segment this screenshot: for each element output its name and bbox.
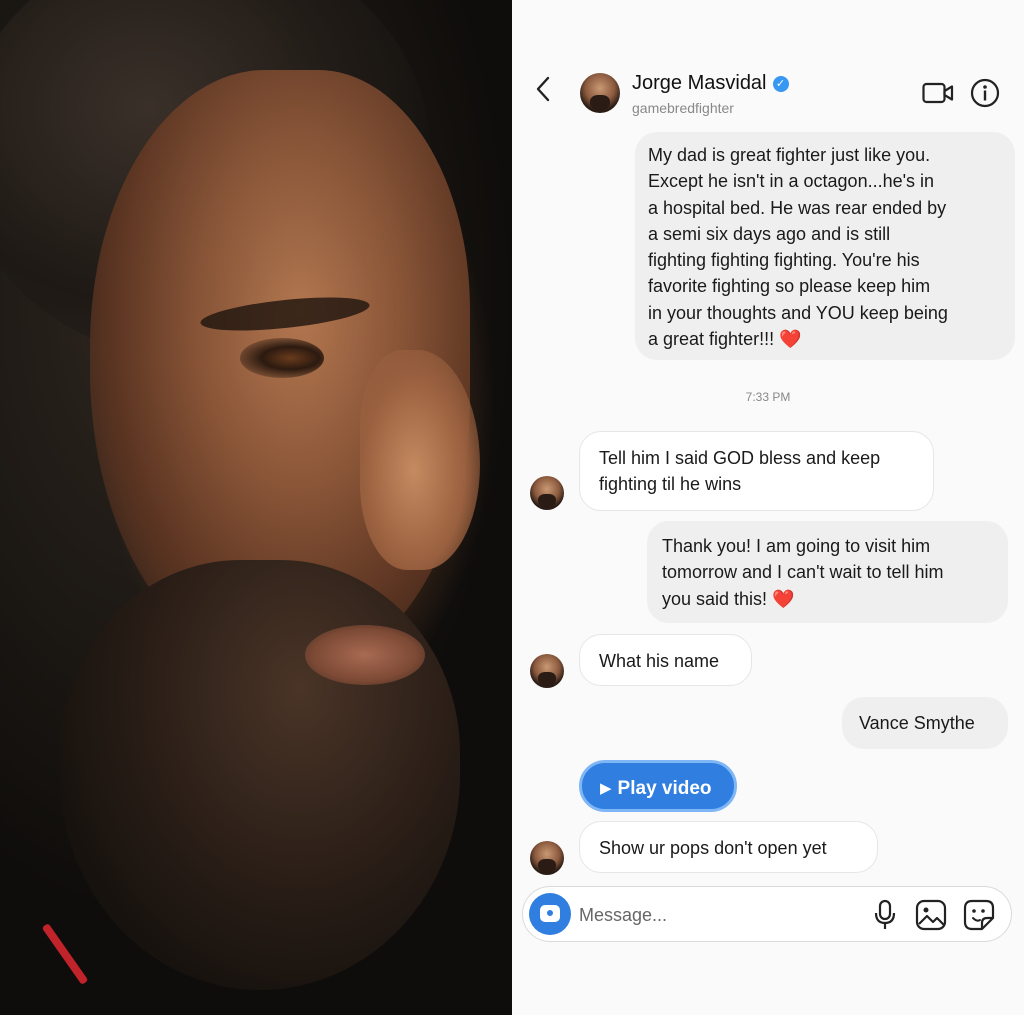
avatar[interactable] xyxy=(530,654,564,688)
sticker-icon xyxy=(963,899,995,931)
message-bubble-outgoing[interactable]: Vance Smythe xyxy=(842,697,1008,749)
chat-header: Jorge Masvidal ✓ gamebredfighter xyxy=(512,0,1024,126)
play-icon: ▶ xyxy=(600,780,612,797)
heart-emoji-icon: ❤️ xyxy=(772,588,795,609)
message-text: you said this! xyxy=(662,588,768,609)
chat-title[interactable]: Jorge Masvidal ✓ xyxy=(632,72,789,95)
message-line: fighting fighting fighting. You're his xyxy=(648,250,920,271)
message-line: a semi six days ago and is still xyxy=(648,223,891,244)
photo-collar xyxy=(41,923,89,985)
profile-photo xyxy=(0,0,512,1015)
message-line: in your thoughts and YOU keep being xyxy=(648,302,948,323)
message-timestamp: 7:33 PM xyxy=(745,390,791,404)
message-bubble-incoming[interactable]: Tell him I said GOD bless and keep fight… xyxy=(579,431,934,511)
photo-lips xyxy=(305,625,425,685)
message-composer xyxy=(522,886,1012,942)
sticker-button[interactable] xyxy=(963,899,995,936)
message-line: tomorrow and I can't wait to tell him xyxy=(662,562,944,583)
play-video-button[interactable]: ▶ Play video xyxy=(579,760,737,812)
message-line-last: you said this! ❤️ xyxy=(662,586,998,612)
gallery-button[interactable] xyxy=(915,899,947,936)
photo-beard xyxy=(60,560,460,990)
message-bubble-incoming[interactable]: What his name xyxy=(579,634,752,686)
message-line: Thank you! I am going to visit him xyxy=(662,536,931,556)
info-button[interactable] xyxy=(970,78,1000,113)
message-line-last: a great fighter!!! ❤️ xyxy=(648,326,1003,352)
message-bubble-incoming[interactable]: Show ur pops don't open yet xyxy=(579,821,878,873)
chevron-left-icon xyxy=(536,76,550,102)
dm-thread: Jorge Masvidal ✓ gamebredfighter My dad i… xyxy=(512,0,1024,1015)
microphone-icon xyxy=(874,899,896,929)
message-line: My dad is great fighter just like you. xyxy=(648,145,931,165)
video-camera-icon xyxy=(922,82,954,104)
message-text: Vance Smythe xyxy=(859,713,975,733)
message-line: a hospital bed. He was rear ended by xyxy=(648,197,947,218)
message-bubble-outgoing[interactable]: Thank you! I am going to visit him tomor… xyxy=(647,521,1008,623)
contact-username: gamebredfighter xyxy=(632,100,734,116)
back-button[interactable] xyxy=(534,74,552,110)
video-call-button[interactable] xyxy=(922,82,954,109)
message-text: Show ur pops don't open yet xyxy=(599,838,827,858)
contact-name: Jorge Masvidal xyxy=(632,72,767,94)
heart-emoji-icon: ❤️ xyxy=(779,329,802,350)
message-text: a great fighter!!! xyxy=(648,329,775,350)
image-icon xyxy=(915,899,947,931)
message-bubble-outgoing[interactable]: My dad is great fighter just like you. E… xyxy=(635,132,1015,360)
play-video-label: Play video xyxy=(617,778,712,799)
avatar[interactable] xyxy=(580,73,620,113)
info-icon xyxy=(970,78,1000,108)
camera-icon[interactable] xyxy=(529,893,571,935)
message-line: favorite fighting so please keep him xyxy=(648,276,931,297)
photo-eye xyxy=(240,338,324,378)
message-line: Tell him I said GOD bless and keep xyxy=(599,448,881,468)
message-input[interactable] xyxy=(579,901,839,929)
message-text: What his name xyxy=(599,651,720,671)
verified-badge-icon: ✓ xyxy=(772,76,789,92)
avatar[interactable] xyxy=(530,476,564,510)
message-line: fighting til he wins xyxy=(599,474,742,495)
voice-message-button[interactable] xyxy=(873,899,897,936)
avatar[interactable] xyxy=(530,841,564,875)
message-line: Except he isn't in a octagon...he's in xyxy=(648,171,935,192)
